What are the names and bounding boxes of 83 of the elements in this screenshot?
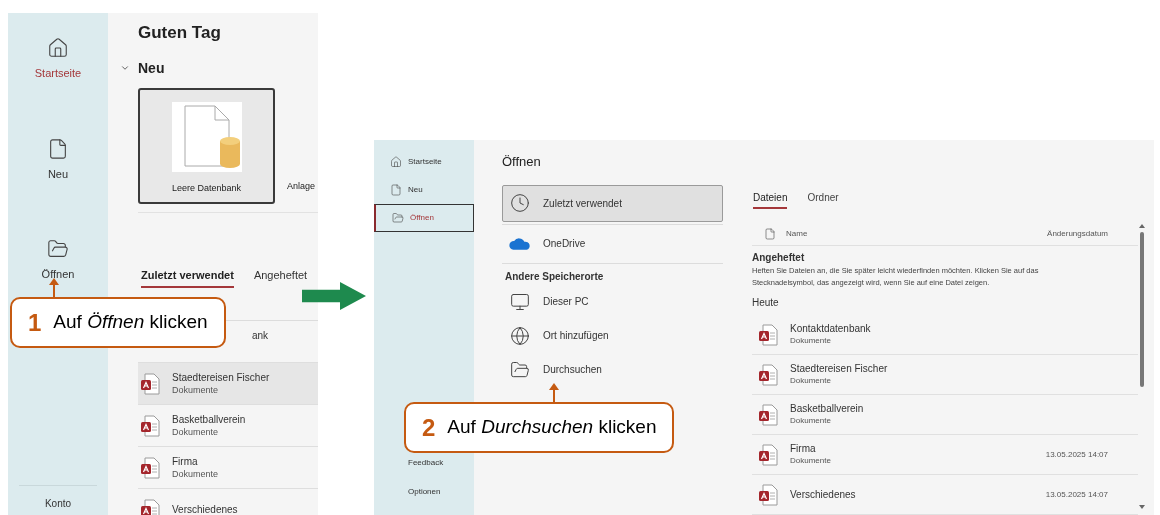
- location-item[interactable]: Ort hinzufügen: [502, 318, 723, 353]
- file-name: Verschiedenes: [172, 503, 238, 515]
- file-icon: [390, 184, 402, 196]
- location-item[interactable]: Dieser PC: [502, 284, 723, 319]
- file-name: Firma: [790, 442, 817, 455]
- file-icon: [47, 137, 69, 160]
- sidebar-item[interactable]: Neu: [374, 176, 474, 204]
- sidebar-link[interactable]: Optionen: [374, 486, 474, 515]
- sidebar-item[interactable]: Neu: [47, 137, 69, 182]
- monitor-icon: [510, 291, 530, 312]
- section-heading: Neu: [138, 58, 165, 78]
- file-location: Dokumente: [172, 383, 220, 397]
- file-name: Kontaktdatenbank: [790, 322, 872, 335]
- sidebar-item[interactable]: Startseite: [374, 148, 474, 176]
- step-number: 2: [422, 412, 436, 443]
- folder-icon: [510, 359, 530, 380]
- tab[interactable]: Dateien: [753, 190, 788, 209]
- sidebar-link[interactable]: Feedback: [374, 457, 474, 486]
- account-link[interactable]: Konto: [44, 496, 72, 511]
- sidebar-item[interactable]: Startseite: [34, 37, 82, 82]
- database-file-icon: [758, 403, 778, 426]
- file-row[interactable]: Staedtereisen Fischer Dokumente: [138, 363, 318, 405]
- file-name: Staedtereisen Fischer: [790, 362, 889, 375]
- globe-icon: [510, 325, 530, 346]
- file-location: Dokumente: [790, 334, 832, 347]
- location-item[interactable]: Durchsuchen: [502, 352, 723, 387]
- modified-date: 13.05.2025 14:07: [1045, 488, 1108, 501]
- home-icon: [47, 37, 69, 59]
- column-header[interactable]: Name: [786, 228, 1048, 240]
- tab[interactable]: Angeheftet: [253, 266, 308, 288]
- file-location: Dokumente: [172, 425, 220, 439]
- file-location: Dokumente: [790, 414, 832, 427]
- location-item[interactable]: Zuletzt verwendet: [502, 184, 723, 222]
- database-file-icon: [758, 323, 778, 346]
- page-title: Öffnen: [502, 153, 542, 171]
- database-file-icon: [758, 363, 778, 386]
- file-location: Dokumente: [790, 454, 832, 467]
- file-location: Dokumente: [790, 374, 832, 387]
- section-heading: Andere Speicherorte: [504, 269, 605, 284]
- template-card[interactable]: Leere Datenbank: [138, 87, 275, 204]
- callout-text: Auf Durchsuchen klicken: [447, 415, 657, 440]
- file-name: Firma: [172, 454, 199, 468]
- folder-icon: [392, 212, 404, 224]
- tab[interactable]: Ordner: [807, 190, 839, 209]
- file-row[interactable]: Firma Dokumente 13.05.2025 14:07: [752, 435, 1138, 475]
- greeting-heading: Guten Tag: [138, 22, 222, 44]
- file-row[interactable]: Basketballverein Dokumente: [138, 405, 318, 447]
- file-name: Basketballverein: [172, 412, 246, 426]
- database-file-icon: [140, 372, 160, 395]
- database-file-icon: [140, 414, 160, 437]
- section-heading: Heute: [752, 296, 780, 310]
- chevron-down-icon[interactable]: [120, 63, 130, 73]
- callout-text: Auf Öffnen klicken: [53, 310, 208, 335]
- cloud-icon: [509, 237, 531, 250]
- modified-date: 13.05.2025 14:07: [1045, 448, 1108, 461]
- file-name: Basketballverein: [790, 402, 865, 415]
- folder-icon: [47, 238, 69, 260]
- file-icon: [764, 228, 776, 240]
- file-row[interactable]: Firma Dokumente: [138, 447, 318, 489]
- clock-icon: [510, 193, 530, 213]
- step-number: 1: [28, 307, 42, 338]
- file-row[interactable]: Verschiedenes: [138, 489, 318, 515]
- sidebar-item[interactable]: Öffnen: [41, 238, 75, 283]
- database-file-icon: [758, 483, 778, 506]
- blank-database-drawing: [171, 101, 242, 172]
- file-name: ank: [252, 329, 269, 343]
- location-item[interactable]: OneDrive: [502, 226, 723, 261]
- file-name: Staedtereisen Fischer: [172, 370, 270, 384]
- file-row[interactable]: Basketballverein Dokumente: [752, 395, 1138, 435]
- tab[interactable]: Zuletzt verwendet: [141, 266, 234, 288]
- file-row[interactable]: Kontaktdatenbank Dokumente: [752, 315, 1138, 355]
- section-heading: Angeheftet: [752, 251, 806, 265]
- right-arrow: [300, 282, 368, 310]
- database-file-icon: [758, 443, 778, 466]
- database-file-icon: [140, 456, 160, 479]
- template-label[interactable]: Anlage: [287, 180, 316, 194]
- home-icon: [390, 156, 402, 168]
- file-name: Verschiedenes: [790, 488, 857, 501]
- file-row[interactable]: Staedtereisen Fischer Dokumente: [752, 355, 1138, 395]
- template-label: Leere Datenbank: [171, 181, 242, 195]
- column-header[interactable]: Änderungsdatum: [1047, 228, 1108, 240]
- file-row[interactable]: Verschiedenes 13.05.2025 14:07: [752, 475, 1138, 515]
- file-location: Dokumente: [172, 467, 219, 481]
